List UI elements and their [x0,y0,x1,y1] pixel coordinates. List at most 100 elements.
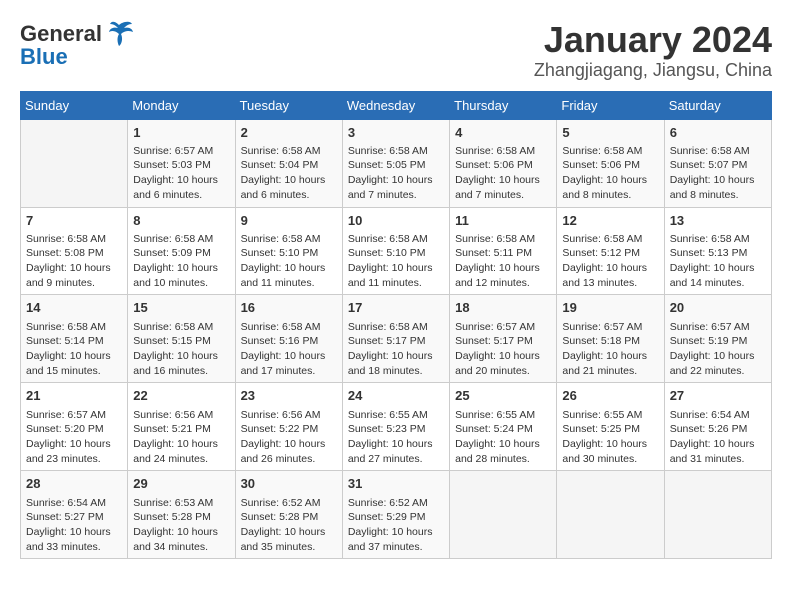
day-info: and 18 minutes. [348,364,444,379]
day-number: 24 [348,387,444,405]
day-info: Sunrise: 6:56 AM [133,408,229,423]
day-info: Sunrise: 6:54 AM [670,408,766,423]
day-info: Sunset: 5:04 PM [241,158,337,173]
calendar-cell: 30Sunrise: 6:52 AMSunset: 5:28 PMDayligh… [235,471,342,559]
day-number: 8 [133,212,229,230]
calendar-subtitle: Zhangjiagang, Jiangsu, China [534,60,772,81]
day-info: Sunrise: 6:58 AM [241,144,337,159]
day-info: and 11 minutes. [241,276,337,291]
day-info: Sunrise: 6:54 AM [26,496,122,511]
day-info: Daylight: 10 hours [670,261,766,276]
day-info: Sunrise: 6:58 AM [562,232,658,247]
logo: General Blue [20,20,134,70]
header-wednesday: Wednesday [342,91,449,119]
day-number: 19 [562,299,658,317]
calendar-cell: 17Sunrise: 6:58 AMSunset: 5:17 PMDayligh… [342,295,449,383]
day-info: Sunset: 5:06 PM [562,158,658,173]
day-number: 20 [670,299,766,317]
day-info: Sunset: 5:13 PM [670,246,766,261]
day-info: Sunrise: 6:58 AM [670,144,766,159]
day-info: Sunrise: 6:57 AM [26,408,122,423]
day-info: and 11 minutes. [348,276,444,291]
day-info: Sunrise: 6:57 AM [670,320,766,335]
day-info: Daylight: 10 hours [133,437,229,452]
day-info: Sunrise: 6:58 AM [562,144,658,159]
day-info: Daylight: 10 hours [562,261,658,276]
calendar-cell: 23Sunrise: 6:56 AMSunset: 5:22 PMDayligh… [235,383,342,471]
day-info: Sunset: 5:28 PM [133,510,229,525]
calendar-table: SundayMondayTuesdayWednesdayThursdayFrid… [20,91,772,560]
day-info: and 16 minutes. [133,364,229,379]
day-info: and 14 minutes. [670,276,766,291]
day-info: and 6 minutes. [241,188,337,203]
calendar-title: January 2024 [534,20,772,60]
day-info: Sunrise: 6:57 AM [133,144,229,159]
day-info: Sunset: 5:05 PM [348,158,444,173]
day-info: Daylight: 10 hours [241,173,337,188]
day-info: Daylight: 10 hours [455,261,551,276]
day-info: Sunset: 5:06 PM [455,158,551,173]
day-info: Sunrise: 6:58 AM [133,320,229,335]
day-info: Sunrise: 6:55 AM [562,408,658,423]
day-info: and 21 minutes. [562,364,658,379]
day-info: Sunset: 5:20 PM [26,422,122,437]
header-sunday: Sunday [21,91,128,119]
day-info: and 17 minutes. [241,364,337,379]
day-info: Sunset: 5:11 PM [455,246,551,261]
day-info: and 13 minutes. [562,276,658,291]
header-monday: Monday [128,91,235,119]
calendar-cell: 28Sunrise: 6:54 AMSunset: 5:27 PMDayligh… [21,471,128,559]
day-number: 7 [26,212,122,230]
day-info: Sunrise: 6:58 AM [241,232,337,247]
day-info: Daylight: 10 hours [348,437,444,452]
calendar-cell: 27Sunrise: 6:54 AMSunset: 5:26 PMDayligh… [664,383,771,471]
day-info: Daylight: 10 hours [26,437,122,452]
day-number: 12 [562,212,658,230]
day-info: Sunrise: 6:58 AM [133,232,229,247]
day-number: 29 [133,475,229,493]
day-info: Sunset: 5:18 PM [562,334,658,349]
day-info: Sunset: 5:25 PM [562,422,658,437]
calendar-cell: 10Sunrise: 6:58 AMSunset: 5:10 PMDayligh… [342,207,449,295]
day-number: 13 [670,212,766,230]
day-info: Daylight: 10 hours [133,261,229,276]
day-info: Sunset: 5:07 PM [670,158,766,173]
day-info: Sunrise: 6:58 AM [26,232,122,247]
calendar-week-1: 7Sunrise: 6:58 AMSunset: 5:08 PMDaylight… [21,207,772,295]
logo-bird-icon [104,20,134,48]
calendar-week-0: 1Sunrise: 6:57 AMSunset: 5:03 PMDaylight… [21,119,772,207]
day-info: Daylight: 10 hours [241,349,337,364]
day-number: 25 [455,387,551,405]
day-info: and 7 minutes. [455,188,551,203]
day-info: and 8 minutes. [670,188,766,203]
calendar-cell: 18Sunrise: 6:57 AMSunset: 5:17 PMDayligh… [450,295,557,383]
calendar-cell: 9Sunrise: 6:58 AMSunset: 5:10 PMDaylight… [235,207,342,295]
day-info: Daylight: 10 hours [241,437,337,452]
calendar-week-3: 21Sunrise: 6:57 AMSunset: 5:20 PMDayligh… [21,383,772,471]
calendar-cell: 14Sunrise: 6:58 AMSunset: 5:14 PMDayligh… [21,295,128,383]
calendar-cell: 5Sunrise: 6:58 AMSunset: 5:06 PMDaylight… [557,119,664,207]
header-friday: Friday [557,91,664,119]
day-info: and 6 minutes. [133,188,229,203]
day-info: Sunrise: 6:56 AM [241,408,337,423]
calendar-cell [664,471,771,559]
day-info: Sunset: 5:08 PM [26,246,122,261]
day-info: Sunrise: 6:58 AM [26,320,122,335]
calendar-cell: 20Sunrise: 6:57 AMSunset: 5:19 PMDayligh… [664,295,771,383]
calendar-cell: 2Sunrise: 6:58 AMSunset: 5:04 PMDaylight… [235,119,342,207]
logo-text-block: General Blue [20,20,134,70]
day-number: 11 [455,212,551,230]
day-info: Sunset: 5:10 PM [241,246,337,261]
day-number: 23 [241,387,337,405]
calendar-cell [450,471,557,559]
day-info: Sunset: 5:10 PM [348,246,444,261]
day-number: 31 [348,475,444,493]
calendar-cell: 26Sunrise: 6:55 AMSunset: 5:25 PMDayligh… [557,383,664,471]
day-info: Sunset: 5:09 PM [133,246,229,261]
calendar-cell: 1Sunrise: 6:57 AMSunset: 5:03 PMDaylight… [128,119,235,207]
day-info: Daylight: 10 hours [26,525,122,540]
day-info: Daylight: 10 hours [348,173,444,188]
day-info: Sunset: 5:16 PM [241,334,337,349]
day-info: Sunset: 5:21 PM [133,422,229,437]
day-number: 4 [455,124,551,142]
